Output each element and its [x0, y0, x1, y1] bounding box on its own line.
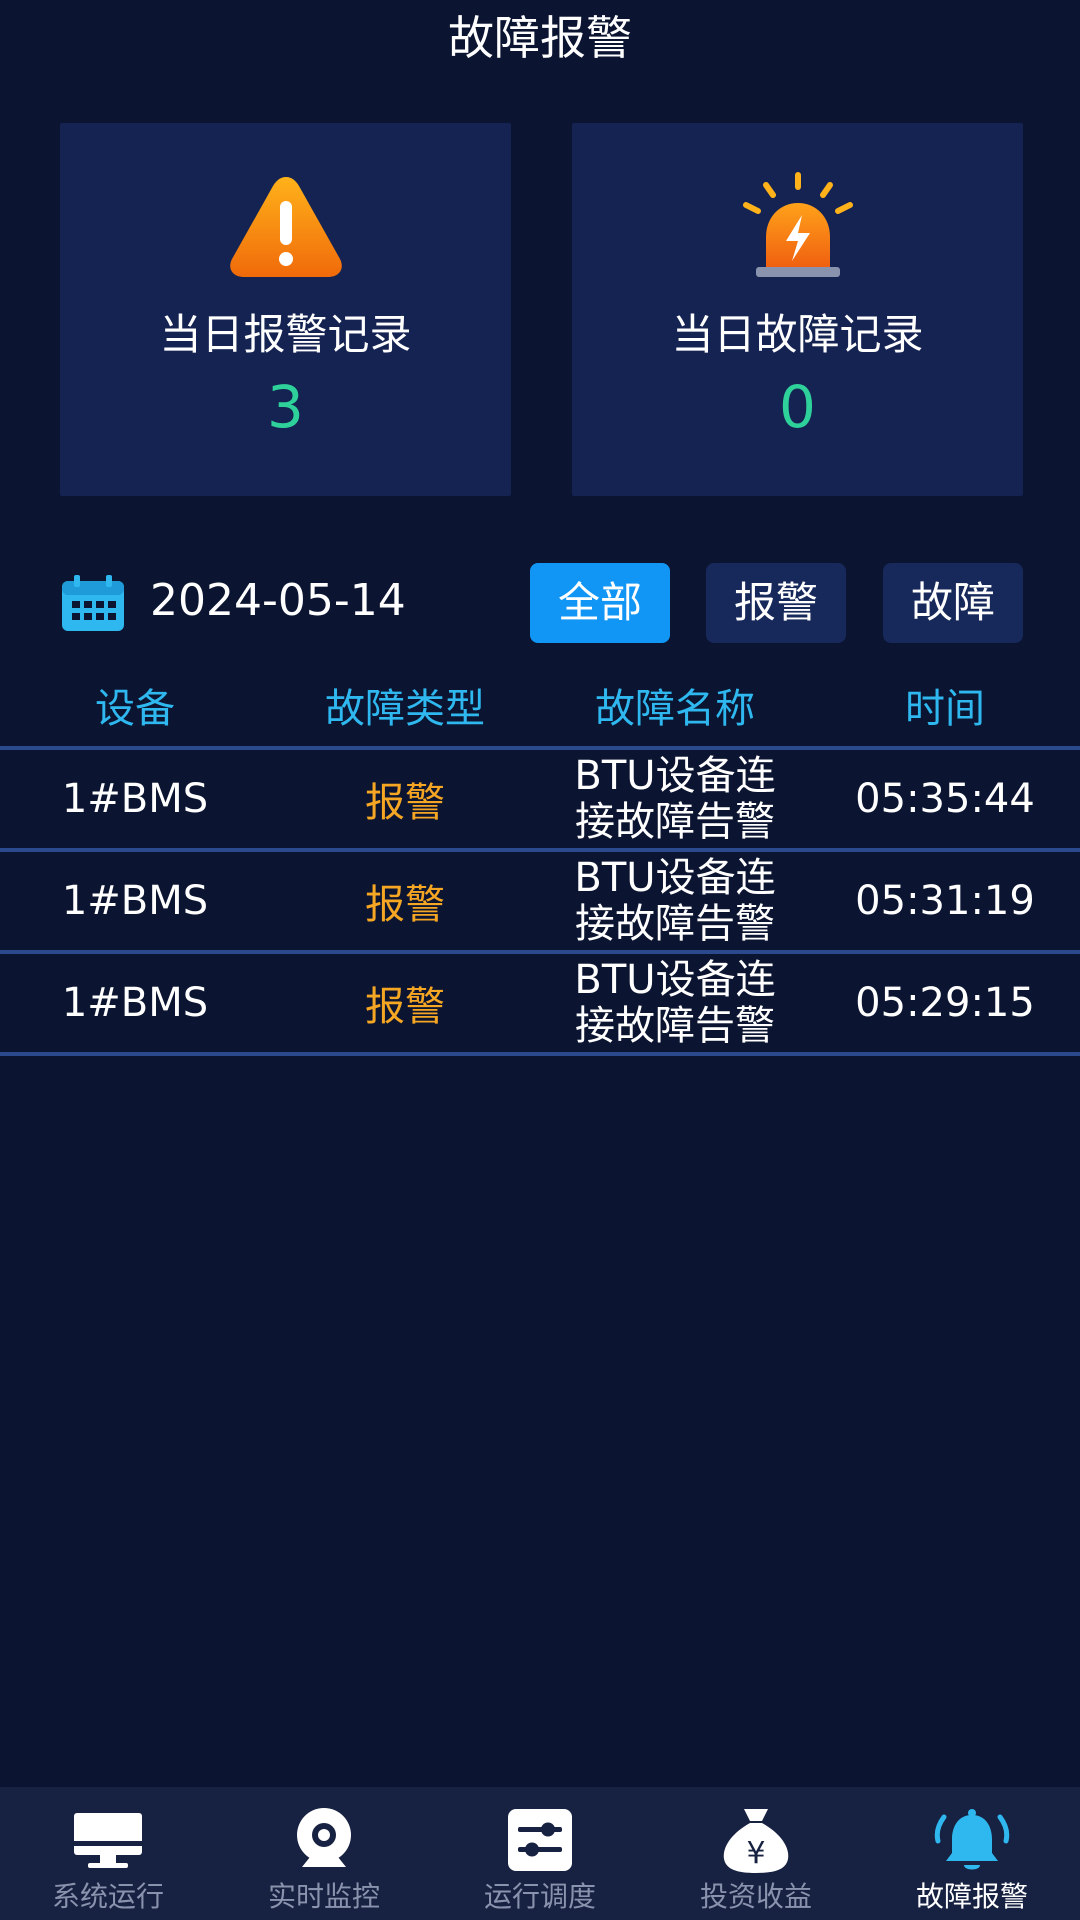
camera-icon	[297, 1808, 351, 1867]
cell-type: 报警	[365, 984, 445, 1030]
svg-text:¥: ¥	[746, 1836, 765, 1871]
cell-name-text: BTU设备连接故障告警	[574, 855, 776, 947]
filter-alarm-button[interactable]: 报警	[706, 563, 846, 643]
table-header: 设备 故障类型 故障名称 时间	[0, 676, 1080, 746]
tab-system-run[interactable]: 系统运行	[0, 1787, 216, 1920]
header-time: 时间	[905, 686, 985, 732]
warning-icon	[229, 177, 342, 277]
tab-fault-alarm[interactable]: 故障报警	[864, 1787, 1080, 1920]
money-bag-icon: ¥	[723, 1809, 789, 1873]
tab-realtime-monitor[interactable]: 实时监控	[216, 1787, 432, 1920]
cell-type: 报警	[365, 780, 445, 826]
header-fault-type: 故障类型	[325, 686, 485, 732]
table-row[interactable]: 1#BMS 报警 BTU设备连接故障告警 05:31:19	[0, 848, 1080, 950]
monitor-icon	[74, 1813, 142, 1868]
tab-label: 运行调度	[483, 1880, 596, 1913]
cell-time: 05:29:15	[855, 980, 1035, 1026]
bottom-tab-bar: 系统运行 实时监控 运行调度 ¥ 投资收益 故障报警	[0, 1787, 1080, 1920]
cell-type: 报警	[365, 882, 445, 928]
cell-device: 1#BMS	[61, 980, 209, 1026]
header-fault-name: 故障名称	[595, 686, 755, 732]
tab-label: 实时监控	[267, 1880, 380, 1913]
siren-icon	[742, 172, 853, 277]
tab-label: 系统运行	[51, 1880, 164, 1913]
page-title: 故障报警	[448, 11, 632, 65]
cell-name: BTU设备连接故障告警	[540, 954, 810, 1052]
cell-time: 05:31:19	[855, 878, 1035, 924]
bell-icon	[934, 1809, 1010, 1870]
date-text: 2024-05-14	[150, 575, 406, 626]
filter-fault-button[interactable]: 故障	[883, 563, 1023, 643]
tab-dispatch[interactable]: 运行调度	[432, 1787, 648, 1920]
tab-investment[interactable]: ¥ 投资收益	[648, 1787, 864, 1920]
filter-all-button[interactable]: 全部	[530, 563, 670, 643]
alarm-summary-count: 3	[267, 373, 304, 441]
tab-label: 故障报警	[915, 1880, 1028, 1913]
table-row[interactable]: 1#BMS 报警 BTU设备连接故障告警 05:35:44	[0, 746, 1080, 848]
cell-device: 1#BMS	[61, 878, 209, 924]
alarm-table: 1#BMS 报警 BTU设备连接故障告警 05:35:44 1#BMS 报警 B…	[0, 746, 1080, 1056]
alarm-summary-label: 当日报警记录	[159, 310, 412, 359]
calendar-icon	[62, 575, 124, 631]
cell-device: 1#BMS	[61, 776, 209, 822]
alarm-summary-card[interactable]: 当日报警记录 3	[60, 123, 511, 496]
fault-summary-count: 0	[779, 373, 816, 441]
fault-summary-label: 当日故障记录	[671, 310, 924, 359]
cell-name: BTU设备连接故障告警	[540, 750, 810, 848]
sliders-icon	[508, 1809, 572, 1871]
table-row[interactable]: 1#BMS 报警 BTU设备连接故障告警 05:29:15	[0, 950, 1080, 1056]
fault-summary-card[interactable]: 当日故障记录 0	[572, 123, 1023, 496]
cell-time: 05:35:44	[855, 776, 1035, 822]
cell-name-text: BTU设备连接故障告警	[574, 957, 776, 1049]
tab-label: 投资收益	[699, 1880, 812, 1913]
cell-name: BTU设备连接故障告警	[540, 852, 810, 950]
cell-name-text: BTU设备连接故障告警	[574, 753, 776, 845]
header-device: 设备	[95, 686, 175, 732]
